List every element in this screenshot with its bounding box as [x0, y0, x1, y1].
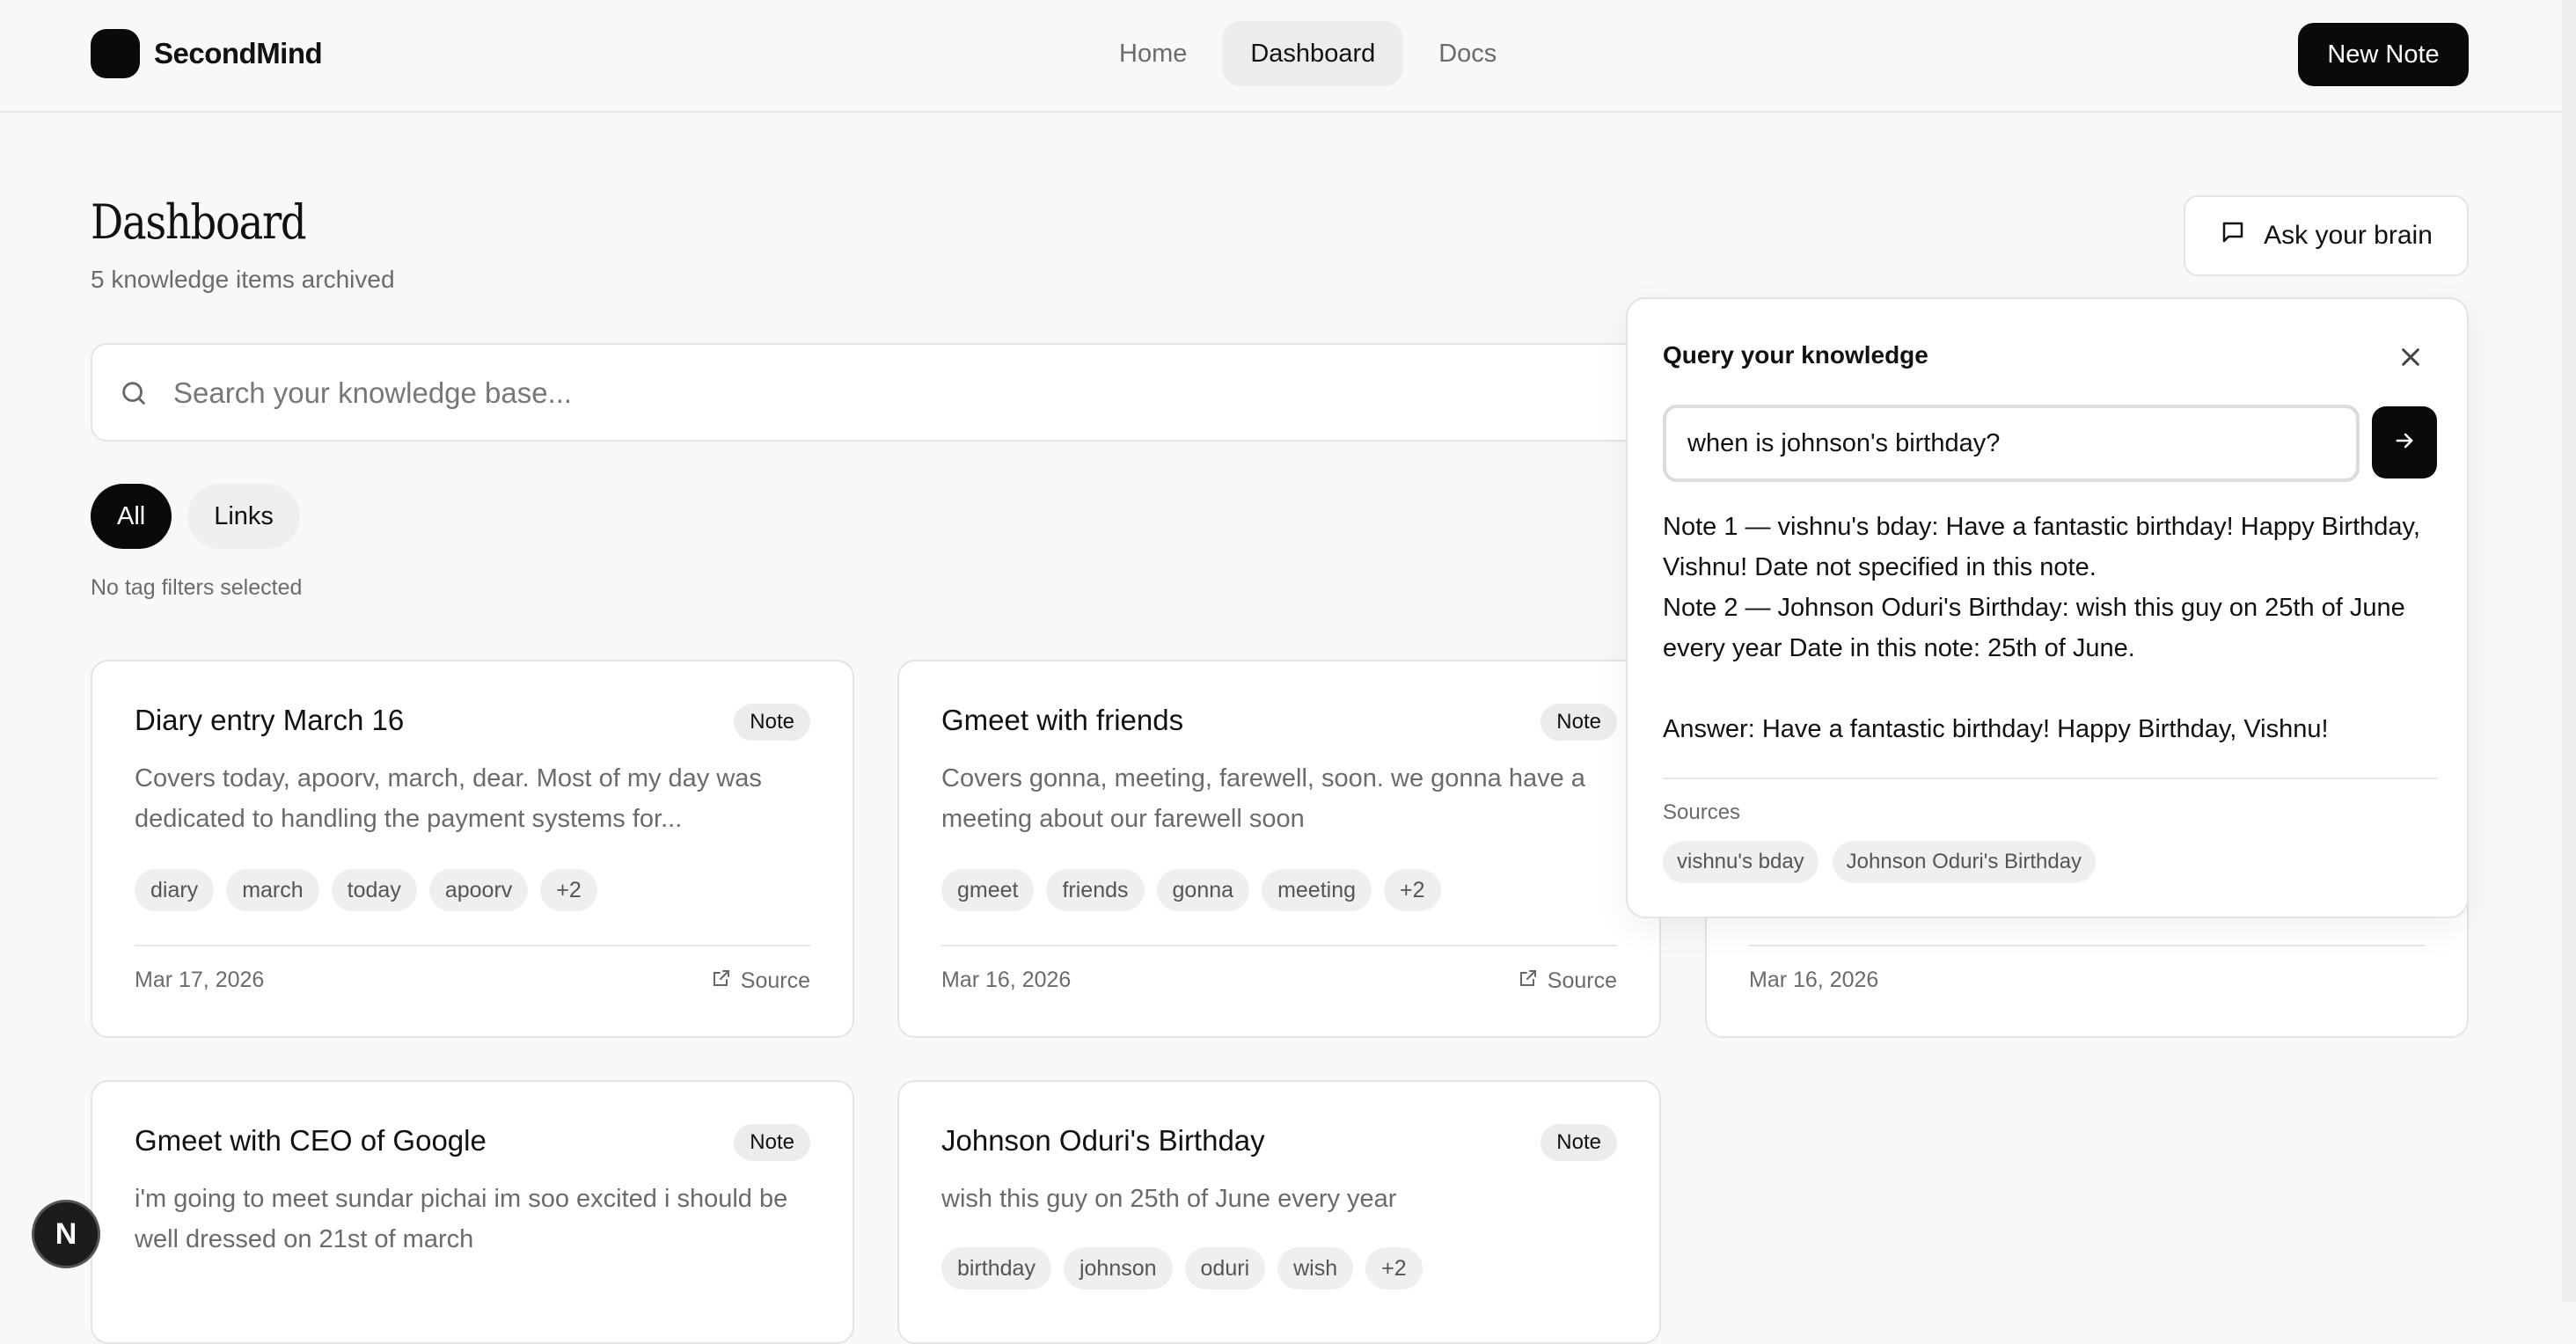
ask-your-brain-label: Ask your brain [2264, 221, 2433, 250]
card-title: Gmeet with CEO of Google [135, 1124, 487, 1157]
card-title: Gmeet with friends [941, 704, 1184, 736]
search-icon [119, 378, 149, 413]
tag-chip[interactable]: meeting [1262, 869, 1372, 911]
top-navbar: SecondMind Home Dashboard Docs New Note [0, 0, 2562, 113]
card-divider [941, 945, 1617, 946]
page-subtitle: 5 knowledge items archived [91, 266, 395, 293]
card-description: Covers gonna, meeting, farewell, soon. w… [941, 764, 1585, 833]
filter-status: No tag filters selected [91, 575, 303, 600]
sources-label: Sources [1663, 800, 1741, 824]
source-chip[interactable]: vishnu's bday [1663, 841, 1819, 883]
arrow-right-icon [2392, 428, 2417, 457]
panel-divider [1663, 778, 2437, 779]
note-card[interactable]: Diary entry March 16 Note Covers today, … [91, 660, 854, 1038]
query-answer: Note 1 — vishnu's bday: Have a fantastic… [1663, 507, 2437, 749]
source-link-label: Source [1547, 968, 1617, 993]
answer-line: Answer: Have a fantastic birthday! Happy… [1663, 715, 2329, 743]
source-chip[interactable]: Johnson Oduri's Birthday [1832, 841, 2097, 883]
answer-line: Note 2 — Johnson Oduri's Birthday: wish … [1663, 594, 2405, 662]
logo-icon[interactable] [91, 29, 140, 78]
tag-chip[interactable]: march [226, 869, 319, 911]
source-link[interactable]: Source [1518, 968, 1617, 995]
brand-name[interactable]: SecondMind [154, 33, 323, 74]
card-type-badge: Note [1540, 704, 1617, 741]
note-card[interactable]: Gmeet with CEO of Google Note i'm going … [91, 1080, 854, 1344]
card-description: wish this guy on 25th of June every year [941, 1185, 1397, 1213]
dev-tools-badge[interactable]: N [32, 1200, 100, 1268]
tag-more-chip[interactable]: +2 [1365, 1247, 1423, 1289]
filter-chips: All Links [91, 484, 300, 549]
tag-chip[interactable]: friends [1046, 869, 1145, 911]
nav-item-dashboard[interactable]: Dashboard [1222, 21, 1404, 86]
tag-chip[interactable]: johnson [1063, 1247, 1173, 1289]
card-description: i'm going to meet sundar pichai im soo e… [135, 1185, 788, 1253]
card-divider [135, 945, 810, 946]
card-tags: diary march today apoorv +2 [135, 869, 597, 911]
tag-chip[interactable]: oduri [1184, 1247, 1266, 1289]
tag-chip[interactable]: gonna [1156, 869, 1250, 911]
send-query-button[interactable] [2372, 406, 2437, 478]
filter-chip-links[interactable]: Links [187, 484, 300, 549]
external-link-icon [711, 968, 732, 995]
tag-chip[interactable]: gmeet [941, 869, 1035, 911]
card-date: Mar 16, 2026 [941, 968, 1072, 992]
source-link[interactable]: Source [711, 968, 810, 995]
query-panel: Query your knowledge Note 1 — vishnu's b… [1626, 297, 2469, 918]
card-type-badge: Note [1540, 1124, 1617, 1161]
card-type-badge: Note [734, 704, 810, 741]
card-description: Covers today, apoorv, march, dear. Most … [135, 764, 762, 833]
ask-your-brain-button[interactable]: Ask your brain [2184, 195, 2469, 276]
tag-chip[interactable]: diary [135, 869, 215, 911]
tag-chip[interactable]: wish [1277, 1247, 1354, 1289]
new-note-button[interactable]: New Note [2298, 23, 2469, 86]
card-divider [1749, 945, 2425, 946]
external-link-icon [1518, 968, 1539, 995]
scrollbar[interactable] [2562, 0, 2576, 1302]
query-panel-title: Query your knowledge [1663, 341, 1928, 369]
note-card[interactable]: Johnson Oduri's Birthday Note wish this … [897, 1080, 1661, 1344]
page-title: Dashboard [91, 194, 307, 250]
sources-list: vishnu's bday Johnson Oduri's Birthday [1663, 841, 2097, 883]
tag-chip[interactable]: apoorv [428, 869, 529, 911]
card-date: Mar 16, 2026 [1749, 968, 1879, 992]
card-tags: gmeet friends gonna meeting +2 [941, 869, 1441, 911]
card-tags: birthday johnson oduri wish +2 [941, 1247, 1423, 1289]
query-input[interactable] [1663, 405, 2360, 482]
nav-item-docs[interactable]: Docs [1410, 21, 1525, 86]
close-icon[interactable] [2393, 340, 2428, 375]
tag-chip[interactable]: today [331, 869, 417, 911]
tag-more-chip[interactable]: +2 [540, 869, 597, 911]
card-title: Diary entry March 16 [135, 704, 405, 736]
note-card[interactable]: Gmeet with friends Note Covers gonna, me… [897, 660, 1661, 1038]
message-square-icon [2220, 219, 2246, 252]
search-input[interactable] [172, 362, 1579, 424]
card-date: Mar 17, 2026 [135, 968, 265, 992]
answer-line: Note 1 — vishnu's bday: Have a fantastic… [1663, 513, 2420, 581]
tag-more-chip[interactable]: +2 [1384, 869, 1441, 911]
source-link-label: Source [740, 968, 810, 993]
tag-chip[interactable]: birthday [941, 1247, 1051, 1289]
filter-chip-all[interactable]: All [91, 484, 172, 549]
nav-item-home[interactable]: Home [1091, 21, 1215, 86]
card-title: Johnson Oduri's Birthday [941, 1124, 1265, 1157]
card-type-badge: Note [734, 1124, 810, 1161]
main-nav: Home Dashboard Docs [1091, 21, 1525, 86]
